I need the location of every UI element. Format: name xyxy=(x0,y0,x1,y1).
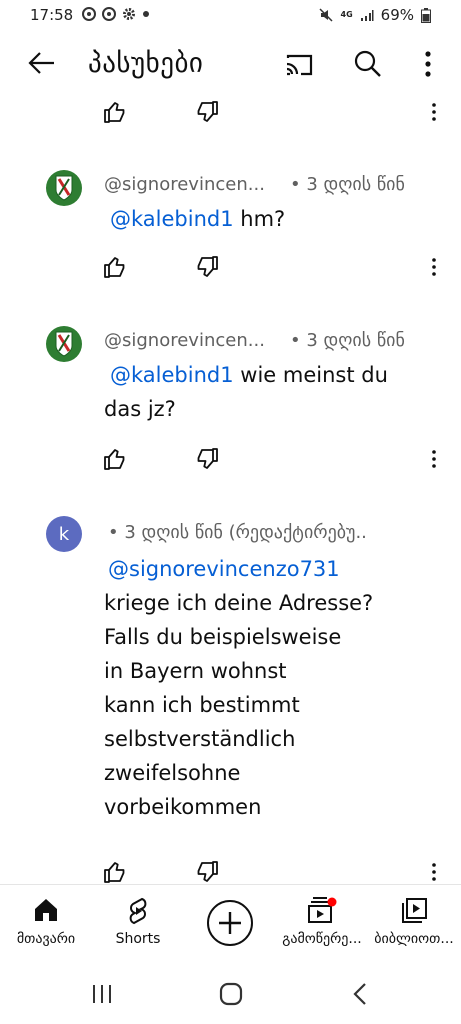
home-icon xyxy=(35,899,57,921)
system-nav-bar xyxy=(0,964,461,1024)
avatar[interactable]: k xyxy=(46,516,82,552)
nav-create[interactable] xyxy=(184,885,276,965)
status-time: 17:58 xyxy=(30,6,74,24)
thumb-up-icon xyxy=(104,449,125,470)
dislike-button[interactable] xyxy=(193,98,221,126)
battery-icon xyxy=(421,7,431,23)
home-system-button[interactable] xyxy=(211,976,251,1012)
comment-menu-button[interactable] xyxy=(420,253,448,281)
settings-gear-icon xyxy=(123,8,135,20)
legia-logo-icon xyxy=(46,326,82,362)
comment-author[interactable]: @signorevincen... xyxy=(104,174,280,195)
like-button[interactable] xyxy=(101,445,129,473)
mute-icon xyxy=(318,8,333,22)
comment: k • 3 დღის წინ (რედაქტირებუ.. @signorevi… xyxy=(0,514,461,854)
chevron-left-icon xyxy=(353,983,366,1005)
mention-link[interactable]: @signorevincenzo731 xyxy=(108,557,340,581)
mention-link[interactable]: @kalebind1 xyxy=(110,207,234,231)
legia-logo-icon xyxy=(46,170,82,206)
comment-menu-button[interactable] xyxy=(420,98,448,126)
recent-apps-button[interactable] xyxy=(82,976,122,1012)
chrome-icon xyxy=(102,7,116,21)
home-circle-icon xyxy=(219,982,243,1006)
arrow-back-icon xyxy=(28,52,54,74)
thumb-up-icon xyxy=(104,257,125,278)
like-button[interactable] xyxy=(101,98,129,126)
app-bar: პასუხები xyxy=(0,36,461,92)
like-button[interactable] xyxy=(101,253,129,281)
thumb-down-icon xyxy=(197,256,218,277)
subscriptions-icon xyxy=(308,897,337,923)
comment-menu-button[interactable] xyxy=(420,858,448,886)
bottom-nav: მთავარი Shorts გამოწერე... ბიბლიოთ... xyxy=(0,884,461,964)
nav-subscriptions[interactable]: გამოწერე... xyxy=(276,885,368,965)
more-vert-icon xyxy=(432,863,436,881)
notification-dot-icon xyxy=(143,11,149,17)
nav-label: გამოწერე... xyxy=(282,931,362,947)
thumb-down-icon xyxy=(197,861,218,882)
nav-label: ბიბლიოთ... xyxy=(374,931,454,947)
like-button[interactable] xyxy=(101,858,129,886)
mention-link[interactable]: @kalebind1 xyxy=(110,363,234,387)
nav-shorts[interactable]: Shorts xyxy=(92,885,184,965)
comment-time: • 3 დღის წინ xyxy=(290,174,405,195)
thumb-up-icon xyxy=(104,102,125,123)
dislike-button[interactable] xyxy=(193,253,221,281)
recent-apps-icon xyxy=(93,985,111,1003)
signal-icon xyxy=(360,10,374,21)
status-bar: 17:58 4G 69% xyxy=(0,0,461,32)
nav-home[interactable]: მთავარი xyxy=(0,885,92,965)
more-vert-icon xyxy=(432,258,436,276)
network-type: 4G xyxy=(340,10,353,19)
dislike-button[interactable] xyxy=(193,445,221,473)
comment-actions xyxy=(0,253,461,283)
nav-label: Shorts xyxy=(115,931,161,947)
more-vert-icon xyxy=(432,103,436,121)
avatar[interactable] xyxy=(46,326,82,362)
back-system-button[interactable] xyxy=(340,976,380,1012)
nav-library[interactable]: ბიბლიოთ... xyxy=(368,885,460,965)
comment-meta: @signorevincen... • 3 დღის წინ xyxy=(104,330,405,351)
shorts-icon xyxy=(129,897,147,925)
comment-actions xyxy=(0,445,461,475)
cast-icon xyxy=(286,54,313,76)
chrome-icon xyxy=(82,7,96,21)
dislike-button[interactable] xyxy=(193,858,221,886)
cast-button[interactable] xyxy=(282,50,316,80)
comment-meta: @signorevincen... • 3 დღის წინ xyxy=(104,174,405,195)
comment-time: • 3 დღის წინ xyxy=(290,330,405,351)
search-icon xyxy=(354,50,381,77)
library-icon xyxy=(402,898,427,923)
page-title: პასუხები xyxy=(88,48,204,79)
add-create-icon xyxy=(207,900,253,946)
avatar-letter: k xyxy=(58,523,70,545)
comment-time: • 3 დღის წინ (რედაქტირებუ.. xyxy=(108,522,367,543)
thumb-down-icon xyxy=(197,448,218,469)
comment: @signorevincen... • 3 დღის წინ @kalebind1… xyxy=(0,324,461,444)
comment-text: @signorevincenzo731 kriege ich deine Adr… xyxy=(104,557,374,819)
battery-percent: 69% xyxy=(380,6,414,24)
comment-actions xyxy=(0,98,461,128)
more-vert-icon xyxy=(425,51,431,77)
thumb-up-icon xyxy=(104,862,125,883)
comment-text: @kalebind1 wie meinst du das jz? xyxy=(104,363,388,421)
comment-meta: • 3 დღის წინ (რედაქტირებუ.. xyxy=(104,522,444,543)
comment-menu-button[interactable] xyxy=(420,445,448,473)
comment-text: @kalebind1 hm? xyxy=(110,207,286,231)
comment-author[interactable]: @signorevincen... xyxy=(104,330,280,351)
back-button[interactable] xyxy=(24,48,58,78)
search-button[interactable] xyxy=(352,48,384,80)
thumb-down-icon xyxy=(197,101,218,122)
avatar[interactable] xyxy=(46,170,82,206)
more-vert-icon xyxy=(432,450,436,468)
nav-label: მთავარი xyxy=(16,931,76,947)
more-options-button[interactable] xyxy=(416,48,440,80)
